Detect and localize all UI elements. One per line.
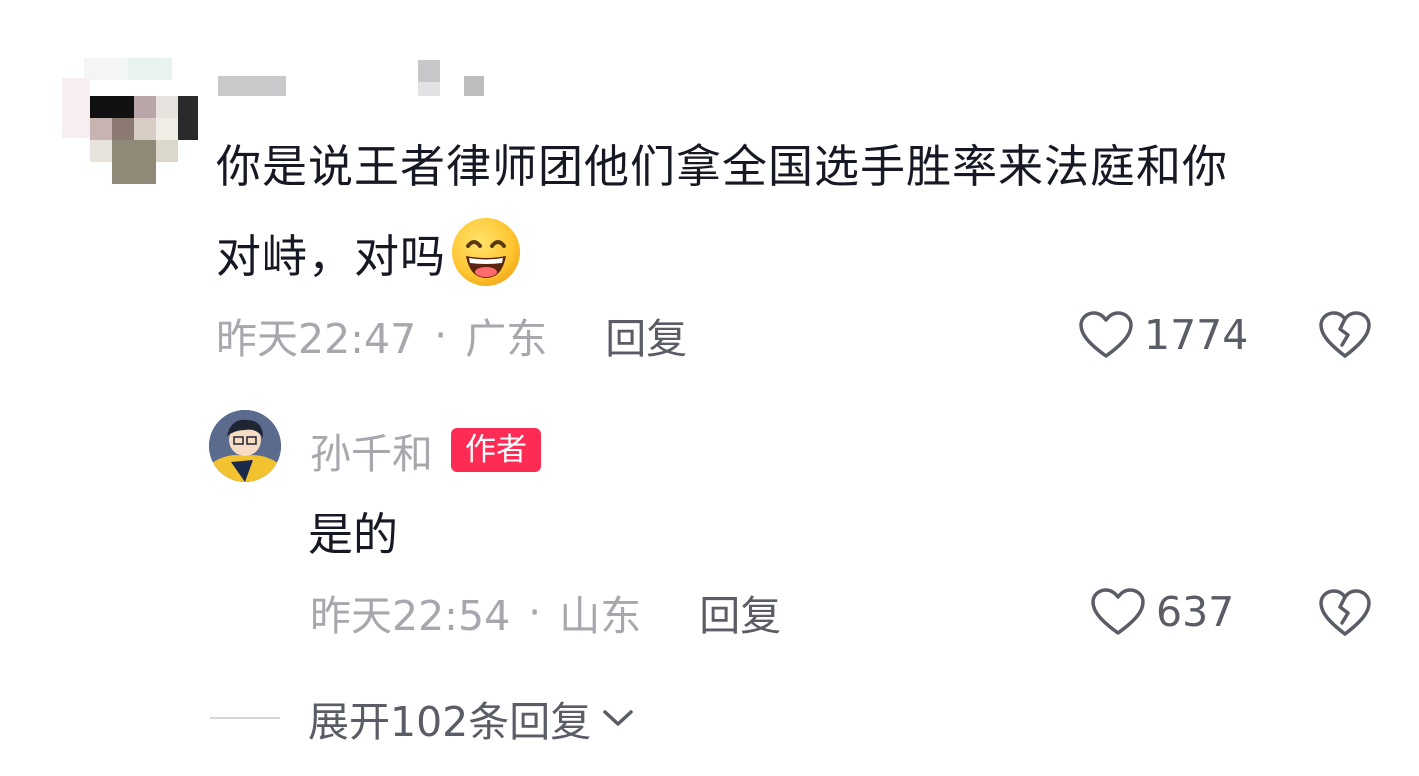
chevron-down-icon: [603, 710, 634, 726]
commenter-avatar-blurred[interactable]: [62, 58, 202, 188]
reply-text: 是的: [308, 508, 399, 561]
meta-separator: ·: [528, 588, 542, 636]
meta-separator: ·: [434, 311, 448, 359]
heart-outline-icon: [1079, 311, 1133, 358]
reply-button[interactable]: 回复: [605, 305, 687, 365]
like-count: 637: [1156, 588, 1235, 636]
divider-line: [210, 717, 280, 719]
reply-username[interactable]: 孙千和: [310, 420, 433, 480]
broken-heart-icon[interactable]: [1318, 310, 1372, 360]
comment-like-button[interactable]: 1774: [1078, 305, 1248, 365]
comment-text-line: 对峙，对吗: [216, 212, 1386, 302]
reply-avatar[interactable]: [209, 410, 281, 482]
author-badge: 作者: [451, 428, 541, 472]
comment-text-line: 你是说王者律师团他们拿全国选手胜率来法庭和你: [216, 140, 1229, 193]
reply-time: 昨天22:54: [310, 592, 511, 640]
reply-meta: 昨天22:54 · 山东 回复: [310, 582, 781, 642]
grinning-smiling-eyes-emoji: [452, 218, 521, 286]
reply-location: 山东: [559, 592, 642, 640]
reply-button[interactable]: 回复: [699, 582, 781, 642]
broken-heart-icon[interactable]: [1318, 588, 1372, 638]
reply-like-button[interactable]: 637: [1090, 582, 1234, 642]
commenter-username-blurred[interactable]: [218, 60, 498, 104]
reply-user-row: 孙千和 作者: [310, 420, 541, 480]
cartoon-avatar-icon: [209, 410, 281, 482]
heart-outline-icon: [1091, 588, 1145, 635]
comment-text: 你是说王者律师团他们拿全国选手胜率来法庭和你 对峙，对吗: [216, 122, 1386, 302]
comment-time: 昨天22:47: [216, 315, 417, 363]
like-count: 1774: [1144, 311, 1249, 359]
expand-replies-label: 展开102条回复: [308, 698, 592, 746]
comment-meta: 昨天22:47 · 广东 回复: [216, 305, 687, 365]
expand-replies-button[interactable]: 展开102条回复: [210, 688, 635, 748]
comment-location: 广东: [465, 315, 548, 363]
